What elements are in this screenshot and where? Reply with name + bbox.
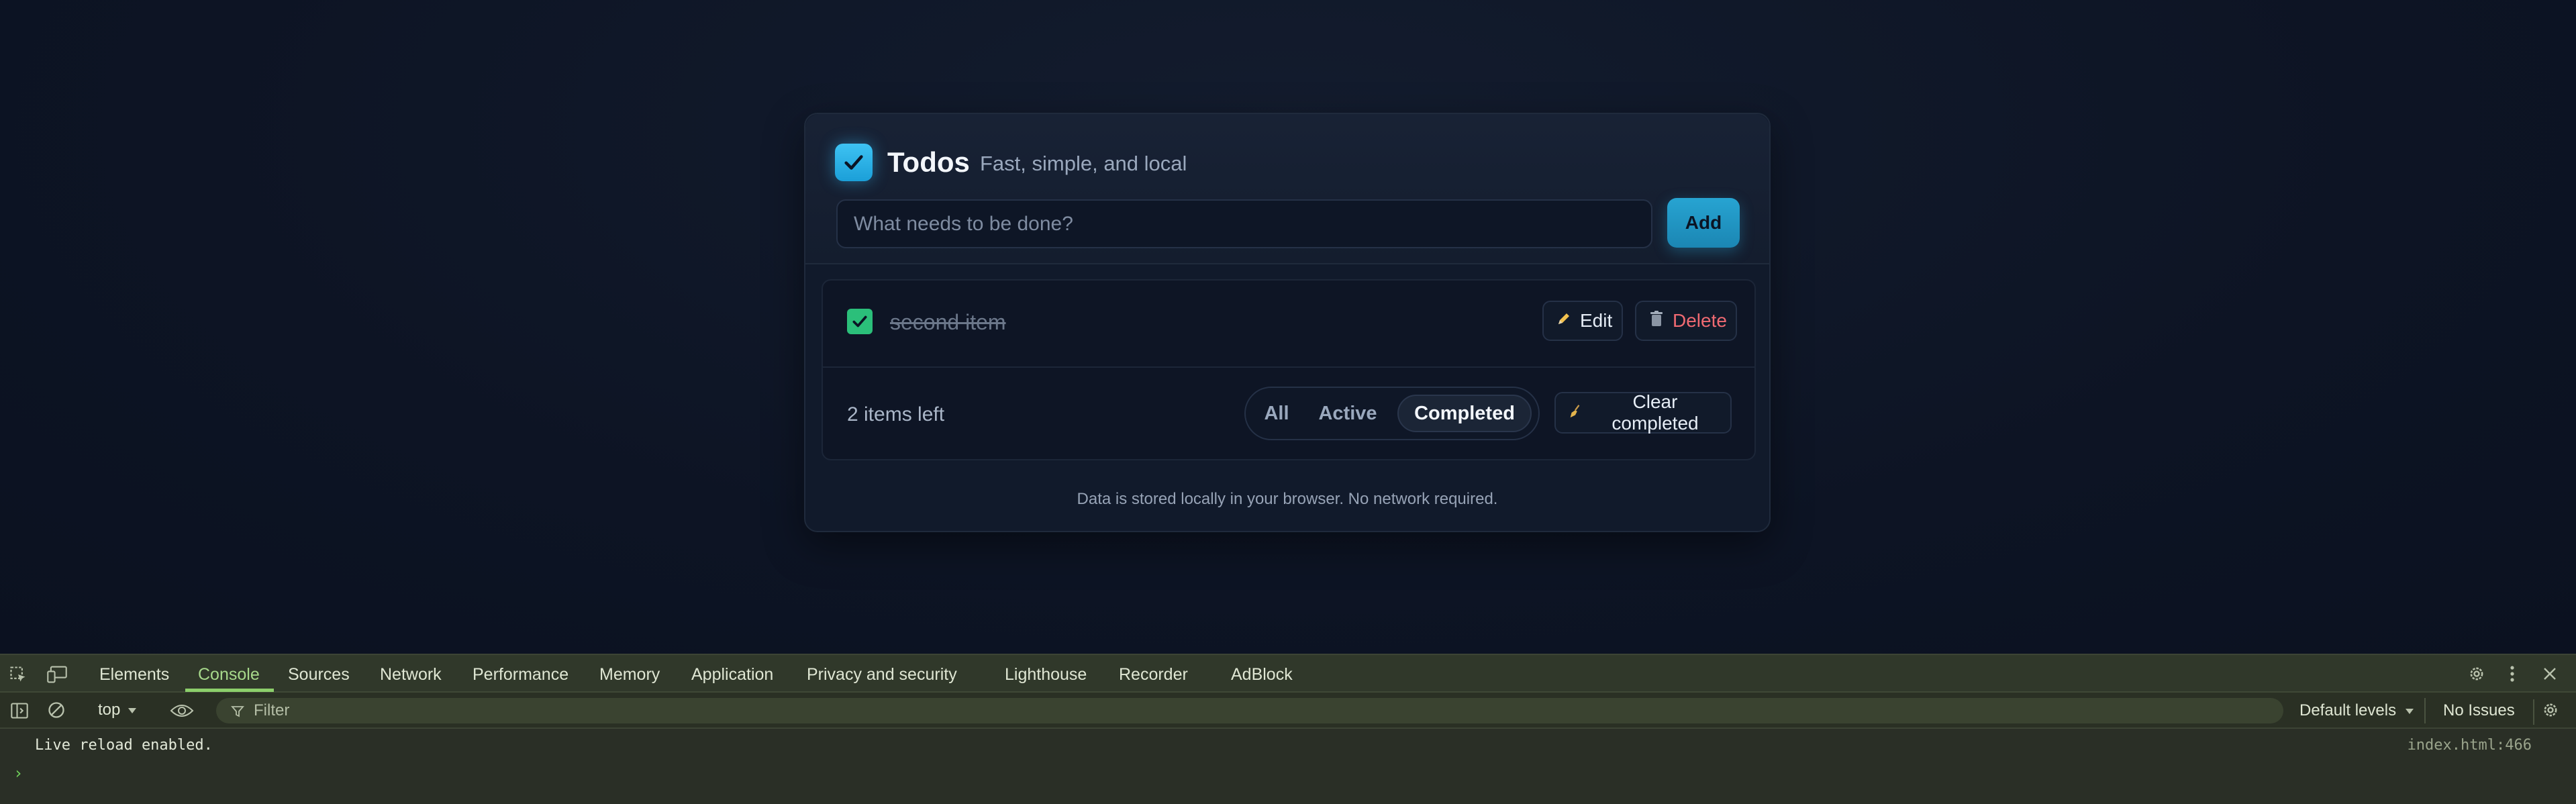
context-selector[interactable]: top [98, 701, 138, 719]
issues-count[interactable]: No Issues [2443, 701, 2515, 720]
app-title: Todos [887, 146, 970, 178]
device-toolbar-icon[interactable] [46, 664, 68, 685]
app-viewport: Todos Fast, simple, and local Add second… [0, 0, 2576, 654]
clear-console-icon[interactable] [46, 699, 67, 721]
delete-label: Delete [1673, 310, 1727, 331]
checkbox-logo-icon [835, 144, 873, 181]
tab-network[interactable]: Network [380, 664, 442, 685]
tab-elements[interactable]: Elements [99, 664, 169, 685]
todo-list: second item Edit Delete 2 items left All… [822, 279, 1756, 460]
storage-note: Data is stored locally in your browser. … [1077, 490, 1498, 508]
toolbar-divider [2424, 698, 2426, 723]
console-prompt[interactable]: › [13, 764, 23, 783]
console-settings-icon[interactable] [2540, 699, 2561, 721]
more-vertical-icon[interactable] [2504, 663, 2521, 685]
chevron-down-icon [127, 701, 138, 719]
filter-placeholder: Filter [254, 701, 290, 719]
items-left-count: 2 items left [847, 403, 945, 425]
console-message: Live reload enabled. [35, 737, 213, 754]
todo-text[interactable]: second item [890, 309, 1006, 336]
pencil-icon [1556, 310, 1572, 332]
broom-icon [1568, 402, 1583, 423]
card-header: Todos Fast, simple, and local Add [805, 114, 1769, 264]
filter-icon [231, 704, 244, 723]
list-item: second item Edit Delete [823, 281, 1754, 368]
new-todo-input[interactable] [836, 199, 1652, 248]
inspect-icon[interactable] [8, 664, 28, 685]
toolbar-divider [2533, 699, 2534, 725]
active-tab-indicator [185, 689, 274, 692]
check-icon [852, 315, 867, 328]
devtools-tabbar: Elements Console Sources Network Perform… [0, 655, 2576, 693]
tab-recorder[interactable]: Recorder [1119, 664, 1188, 685]
tab-performance[interactable]: Performance [473, 664, 568, 685]
tab-privacy-security[interactable]: Privacy and security [807, 664, 957, 685]
filter-completed[interactable]: Completed [1397, 395, 1532, 432]
trash-icon [1648, 310, 1665, 332]
log-levels-label: Default levels [2299, 701, 2397, 719]
close-icon[interactable] [2540, 663, 2560, 685]
log-levels-dropdown[interactable]: Default levels [2299, 701, 2415, 720]
tab-lighthouse[interactable]: Lighthouse [1005, 664, 1087, 685]
list-footer: 2 items left All Active Completed Clear … [823, 368, 1754, 462]
tab-console[interactable]: Console [198, 664, 260, 685]
edit-label: Edit [1580, 310, 1613, 331]
filter-all[interactable]: All [1255, 395, 1298, 432]
tab-application[interactable]: Application [691, 664, 773, 685]
chevron-down-icon [2404, 701, 2415, 720]
completed-checkbox[interactable] [847, 309, 873, 334]
context-label: top [98, 701, 121, 719]
clear-completed-label: Clear completed [1612, 391, 1699, 434]
tab-adblock[interactable]: AdBlock [1231, 664, 1293, 685]
edit-button[interactable]: Edit [1542, 301, 1623, 341]
console-filter-input[interactable]: Filter [216, 698, 2283, 723]
console-source-link[interactable]: index.html:466 [2408, 737, 2532, 754]
filter-group: All Active Completed [1244, 387, 1540, 440]
sidebar-icon[interactable] [9, 701, 30, 721]
add-button[interactable]: Add [1667, 198, 1740, 248]
app-subtitle: Fast, simple, and local [980, 152, 1187, 175]
todo-card: Todos Fast, simple, and local Add second… [804, 113, 1771, 532]
settings-icon[interactable] [2466, 663, 2487, 685]
clear-completed-button[interactable]: Clear completed [1554, 391, 1732, 434]
devtools-panel: Elements Console Sources Network Perform… [0, 654, 2576, 804]
tab-sources[interactable]: Sources [288, 664, 350, 685]
eye-icon[interactable] [169, 701, 195, 721]
delete-button[interactable]: Delete [1635, 301, 1737, 341]
filter-active[interactable]: Active [1310, 395, 1385, 432]
console-toolbar: top Filter Default levels No Issues [0, 693, 2576, 729]
tab-memory[interactable]: Memory [599, 664, 660, 685]
